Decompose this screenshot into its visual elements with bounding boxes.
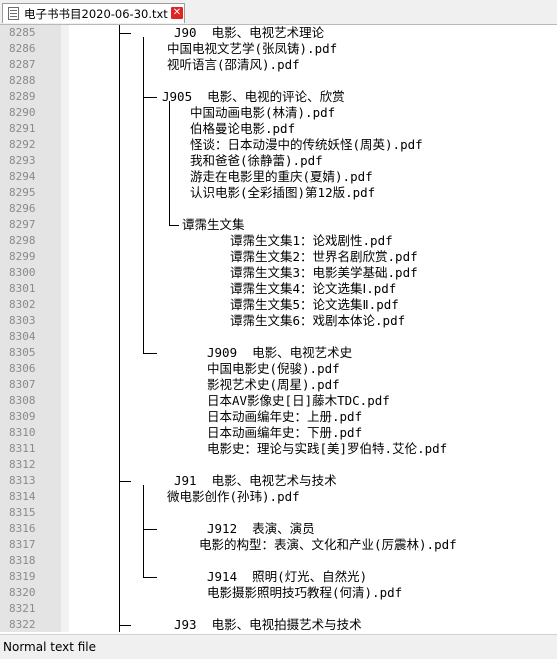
line-number: 8290: [9, 106, 36, 119]
line-number: 8309: [9, 410, 36, 423]
line-number: 8306: [9, 362, 36, 375]
tree-branch-j912: [143, 529, 157, 530]
line-number: 8308: [9, 394, 36, 407]
line-number: 8299: [9, 250, 36, 263]
line-number: 8294: [9, 170, 36, 183]
line-number: 8302: [9, 298, 36, 311]
text-line[interactable]: 视听语言(邵清风).pdf: [167, 57, 300, 73]
text-editor[interactable]: 8285 8286 8287 8288 8289 8290 8291 8292 8293 8294…: [0, 25, 557, 632]
line-number: 8320: [9, 586, 36, 599]
line-number: 8318: [9, 554, 36, 567]
line-number: 8315: [9, 506, 36, 519]
line-number: 8303: [9, 314, 36, 327]
line-number: 8316: [9, 522, 36, 535]
text-line[interactable]: 我和爸爸(徐静蕾).pdf: [190, 153, 323, 169]
line-number: 8322: [9, 618, 36, 631]
line-number: 8296: [9, 202, 36, 215]
line-number: 8286: [9, 42, 36, 55]
tree-line-j91: [143, 485, 144, 577]
tree-branch-j909: [143, 353, 157, 354]
tree-trunk-line: [119, 25, 120, 632]
text-line[interactable]: 微电影创作(孙玮).pdf: [167, 489, 300, 505]
text-area[interactable]: J90 电影、电视艺术理论 中国电视文艺学(张凤铸).pdf 视听语言(邵清风).p…: [69, 25, 557, 632]
text-line[interactable]: 中国电影史(倪骏).pdf: [207, 361, 340, 377]
line-number: 8297: [9, 218, 36, 231]
text-line[interactable]: 影视艺术史(周星).pdf: [207, 377, 340, 393]
text-line[interactable]: 电影的构型：表演、文化和产业(厉震林).pdf: [199, 537, 457, 553]
text-line[interactable]: 中国动画电影(林清).pdf: [190, 105, 335, 121]
line-number: 8305: [9, 346, 36, 359]
tree-branch-j93: [119, 625, 131, 626]
text-line[interactable]: J914 照明(灯光、自然光): [207, 569, 367, 585]
line-number: 8295: [9, 186, 36, 199]
text-line[interactable]: 谭霈生文集1：论戏剧性.pdf: [230, 233, 393, 249]
line-number: 8285: [9, 26, 36, 39]
text-line[interactable]: 日本动画编年史：下册.pdf: [207, 425, 362, 441]
file-tab[interactable]: 电子书书目2020-06-30.txt ✕: [2, 3, 185, 23]
fold-margin[interactable]: [61, 25, 69, 632]
text-line[interactable]: 怪谈：日本动漫中的传统妖怪(周英).pdf: [190, 137, 423, 153]
tree-branch-j914: [143, 577, 157, 578]
tree-branch-j905: [143, 97, 157, 98]
text-line[interactable]: J909 电影、电视艺术史: [207, 345, 352, 361]
line-number: 8291: [9, 122, 36, 135]
line-number: 8307: [9, 378, 36, 391]
line-number: 8313: [9, 474, 36, 487]
text-line[interactable]: 电影史：理论与实践[美]罗伯特.艾伦.pdf: [207, 441, 447, 457]
text-file-icon: [8, 7, 19, 20]
line-number: 8292: [9, 138, 36, 151]
line-number: 8300: [9, 266, 36, 279]
text-line[interactable]: 谭霈生文集4：论文选集Ⅰ.pdf: [230, 281, 396, 297]
text-line[interactable]: J91 电影、电视艺术与技术: [174, 473, 337, 489]
text-line[interactable]: 电影摄影照明技巧教程(何清).pdf: [207, 585, 402, 601]
tree-line-j905: [169, 101, 170, 225]
line-number: 8317: [9, 538, 36, 551]
text-line[interactable]: J912 表演、演员: [207, 521, 315, 537]
status-bar: Normal text file: [0, 634, 557, 659]
tab-bar: 电子书书目2020-06-30.txt ✕: [0, 0, 557, 25]
tree-line-j90: [143, 37, 144, 353]
line-number: 8289: [9, 90, 36, 103]
text-line[interactable]: 谭霈生文集6：戏剧本体论.pdf: [230, 313, 405, 329]
text-line[interactable]: 谭霈生文集5：论文选集Ⅱ.pdf: [230, 297, 399, 313]
line-number: 8304: [9, 330, 36, 343]
line-number: 8298: [9, 234, 36, 247]
tree-branch-tanpeisheng: [169, 225, 179, 226]
tree-branch-j91: [119, 481, 131, 482]
line-number-gutter: 8285 8286 8287 8288 8289 8290 8291 8292 8293 8294…: [0, 25, 61, 632]
line-number: 8310: [9, 426, 36, 439]
line-number: 8312: [9, 458, 36, 471]
line-number: 8311: [9, 442, 36, 455]
tree-branch-j90: [119, 33, 131, 34]
text-line[interactable]: 谭霈生文集2：世界名剧欣赏.pdf: [230, 249, 418, 265]
line-number: 8314: [9, 490, 36, 503]
text-line[interactable]: 游走在电影里的重庆(夏婧).pdf: [190, 169, 373, 185]
line-number: 8321: [9, 602, 36, 615]
text-line[interactable]: 谭霈生文集: [182, 217, 245, 233]
text-line[interactable]: 伯格曼论电影.pdf: [190, 121, 295, 137]
text-line[interactable]: J905 电影、电视的评论、欣赏: [162, 89, 345, 105]
text-line[interactable]: 认识电影(全彩插图)第12版.pdf: [190, 185, 375, 201]
text-line[interactable]: 日本AV影像史[日]藤木TDC.pdf: [207, 393, 390, 409]
line-number: 8301: [9, 282, 36, 295]
line-number: 8287: [9, 58, 36, 71]
text-line[interactable]: 日本动画编年史：上册.pdf: [207, 409, 362, 425]
text-line[interactable]: 中国电视文艺学(张凤铸).pdf: [167, 41, 337, 57]
line-number: 8293: [9, 154, 36, 167]
text-line[interactable]: 谭霈生文集3：电影美学基础.pdf: [230, 265, 418, 281]
close-tab-icon[interactable]: ✕: [171, 7, 183, 19]
line-number: 8319: [9, 570, 36, 583]
file-type-label: Normal text file: [3, 640, 97, 654]
text-line[interactable]: J93 电影、电视拍摄艺术与技术: [174, 617, 362, 632]
text-line[interactable]: J90 电影、电视艺术理论: [174, 25, 324, 41]
tab-title[interactable]: 电子书书目2020-06-30.txt: [24, 6, 168, 22]
line-number: 8288: [9, 74, 36, 87]
